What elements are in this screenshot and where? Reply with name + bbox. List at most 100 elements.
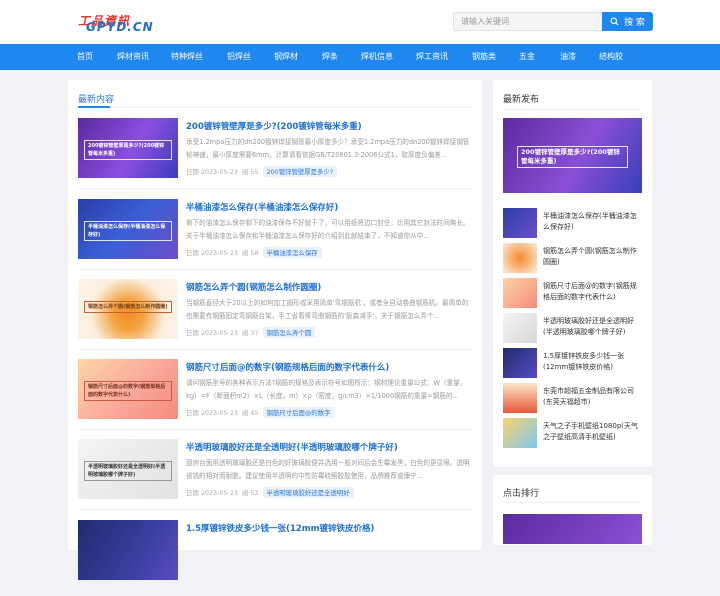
article-views: 阅 55 (241, 168, 259, 176)
search-icon (610, 17, 619, 26)
sidebar-thumbnail[interactable] (503, 313, 537, 343)
article-title[interactable]: 1.5厚镀锌铁皮多少钱一张(12mm镀锌铁皮价格) (186, 522, 472, 534)
article-title[interactable]: 200镀锌管壁厚是多少?(200镀锌管每米多重) (186, 120, 472, 132)
sidebar-list-item[interactable]: 半透明玻璃胶好还是全透明好(半透明玻璃胶哪个牌子好) (503, 313, 642, 343)
search-button-label: 搜 索 (624, 18, 645, 28)
thumbnail-caption: 半桶油漆怎么保存(半桶油漆怎么保存好) (84, 221, 172, 241)
article-excerpt: 厨房台面用透明玻璃胶还是白色的好玻璃胶便并选用一般对间后会生霉发黑，白色的更显眼… (186, 459, 470, 480)
divider (503, 502, 642, 503)
sidebar-thumbnail[interactable] (503, 348, 537, 378)
sidebar-list-item[interactable]: 钢筋怎么弄个圆(钢筋怎么制作圆圈) (503, 243, 642, 273)
article-item[interactable]: 钢筋怎么弄个圆(钢筋怎么制作圆圈) 钢筋怎么弄个圆(钢筋怎么制作圆圈) 当钢筋直… (78, 279, 472, 355)
article-views: 阅 58 (241, 249, 259, 257)
article-item[interactable]: 1.5厚镀锌铁皮多少钱一张(12mm镀锌铁皮价格) (78, 520, 472, 596)
article-title[interactable]: 半透明玻璃胶好还是全透明好(半透明玻璃胶哪个牌子好) (186, 441, 472, 453)
search-button[interactable]: 搜 索 (602, 12, 653, 31)
search-input[interactable]: 请输入关键词 (453, 12, 603, 31)
sidebar-thumbnail[interactable] (503, 278, 537, 308)
article-tag[interactable]: 钢筋怎么弄个圆 (262, 327, 316, 338)
latest-content-panel: 最新内容 200镀锌管壁厚是多少?(200镀锌管每米多重) 200镀锌管壁厚是多… (68, 80, 482, 580)
article-item[interactable]: 200镀锌管壁厚是多少?(200镀锌管每米多重) 200镀锌管壁厚是多少?(20… (78, 118, 472, 194)
article-thumbnail[interactable]: 半桶油漆怎么保存(半桶油漆怎么保存好) (78, 199, 178, 259)
sidebar-list-item[interactable]: 东莞市超福五金制品有限公司(东莞天福超市) (503, 383, 642, 413)
article-thumbnail[interactable]: 钢筋尺寸后面@的数字(钢筋规格后面的数字代表什么) (78, 359, 178, 419)
sidebar-thumbnail[interactable] (503, 418, 537, 448)
article-meta: 日期 2023-05-23 阅 58 半桶油漆怎么保存 (186, 247, 322, 258)
article-excerpt: 剩下的油漆怎么保存剩下的油漆保存不好就干了，可以用纸将边口封住，比用其它封法时间… (186, 219, 470, 240)
article-date: 日期 2023-05-23 (186, 489, 238, 497)
sidebar-item-title[interactable]: 钢筋怎么弄个圆(钢筋怎么制作圆圈) (543, 246, 643, 268)
sidebar-item-title[interactable]: 钢筋尺寸后面@的数字(钢筋规格后面的数字代表什么) (543, 281, 643, 303)
article-tag[interactable]: 半透明玻璃胶好还是全透明好 (262, 487, 354, 498)
divider (78, 429, 472, 430)
article-meta: 日期 2023-05-23 阅 45 钢筋尺寸后面@的数字 (186, 407, 335, 418)
featured-image[interactable]: 200镀锌管壁厚是多少?(200镀锌管每米多重) (503, 118, 642, 193)
nav-item[interactable]: 五金 (519, 44, 535, 70)
nav-item[interactable]: 特种焊丝 (171, 44, 203, 70)
sidebar-thumbnail[interactable] (503, 383, 537, 413)
article-excerpt: 请问钢筋型号的各种表示方法?钢筋的规格及表示符号如图所示：钢材理论重量公式：W（… (186, 379, 467, 400)
nav-item[interactable]: 油漆 (560, 44, 576, 70)
article-tag[interactable]: 钢筋尺寸后面@的数字 (262, 407, 335, 418)
divider (78, 509, 472, 510)
sidebar-list-item[interactable]: 半桶油漆怎么保存(半桶油漆怎么保存好) (503, 208, 642, 238)
sidebar-item-title[interactable]: 半透明玻璃胶好还是全透明好(半透明玻璃胶哪个牌子好) (543, 316, 643, 338)
article-tag[interactable]: 200镀锌管壁厚是多少? (262, 166, 338, 177)
nav-item[interactable]: 钢筋类 (472, 44, 496, 70)
article-title[interactable]: 钢筋尺寸后面@的数字(钢筋规格后面的数字代表什么) (186, 361, 472, 373)
article-meta: 日期 2023-05-23 阅 55 200镀锌管壁厚是多少? (186, 166, 338, 177)
article-title[interactable]: 钢筋怎么弄个圆(钢筋怎么制作圆圈) (186, 281, 472, 293)
divider (78, 107, 472, 108)
article-tag[interactable]: 半桶油漆怎么保存 (262, 247, 322, 258)
article-views: 阅 52 (241, 489, 259, 497)
site-logo[interactable]: 工品資訊 GPYD.CN (78, 12, 154, 34)
article-item[interactable]: 半透明玻璃胶好还是全透明好(半透明玻璃胶哪个牌子好) 半透明玻璃胶好还是全透明好… (78, 439, 472, 515)
nav-item[interactable]: 焊工资讯 (416, 44, 448, 70)
heading-underline (78, 106, 110, 108)
section-heading: 最新内容 (78, 95, 115, 105)
sidebar-thumbnail[interactable] (503, 208, 537, 238)
article-meta: 日期 2023-05-23 阅 52 半透明玻璃胶好还是全透明好 (186, 487, 354, 498)
divider (503, 109, 642, 110)
article-thumbnail[interactable]: 钢筋怎么弄个圆(钢筋怎么制作圆圈) (78, 279, 178, 339)
thumbnail-caption: 钢筋尺寸后面@的数字(钢筋规格后面的数字代表什么) (84, 381, 172, 401)
article-thumbnail[interactable] (78, 520, 178, 580)
article-thumbnail[interactable]: 半透明玻璃胶好还是全透明好(半透明玻璃胶哪个牌子好) (78, 439, 178, 499)
nav-item[interactable]: 铝焊丝 (227, 44, 251, 70)
article-excerpt: 当钢筋直径大于20以上的如何加工圆形或采用简单'弯钢筋机'，或者全自动卷曲钢筋机… (186, 299, 469, 320)
sidebar-item-title[interactable]: 天气之子手机壁纸1080p(天气之子壁纸高清手机壁纸) (543, 421, 643, 443)
main-nav: 首页 焊材资讯 特种焊丝 铝焊丝 钢焊材 焊条 焊机信息 焊工资讯 钢筋类 五金… (0, 44, 720, 70)
section-heading: 点击排行 (503, 489, 540, 499)
thumbnail-caption: 钢筋怎么弄个圆(钢筋怎么制作圆圈) (84, 301, 172, 313)
sidebar-list-item[interactable]: 1.5厚镀锌铁皮多少钱一张(12mm镀锌铁皮价格) (503, 348, 642, 378)
divider (78, 269, 472, 270)
nav-item[interactable]: 焊材资讯 (117, 44, 149, 70)
article-date: 日期 2023-05-23 (186, 168, 238, 176)
thumbnail-caption: 200镀锌管壁厚是多少?(200镀锌管每米多重) (84, 140, 172, 160)
nav-item[interactable]: 结构胶 (599, 44, 623, 70)
thumbnail-caption: 半透明玻璃胶好还是全透明好(半透明玻璃胶哪个牌子好) (84, 461, 172, 481)
logo-text-en: GPYD.CN (86, 20, 154, 34)
latest-posts-panel: 最新发布 200镀锌管壁厚是多少?(200镀锌管每米多重) 半桶油漆怎么保存(半… (493, 80, 652, 467)
featured-caption: 200镀锌管壁厚是多少?(200镀锌管每米多重) (517, 146, 628, 168)
divider (78, 349, 472, 350)
article-excerpt: 承受1.2mpa压力的dn200镀锌焊接钢管最小厚度多少？承受1.2mpa压力的… (186, 138, 470, 159)
article-date: 日期 2023-05-23 (186, 409, 238, 417)
nav-item[interactable]: 焊机信息 (361, 44, 393, 70)
nav-item-home[interactable]: 首页 (77, 44, 93, 70)
nav-item[interactable]: 焊条 (322, 44, 338, 70)
sidebar-list-item[interactable]: 钢筋尺寸后面@的数字(钢筋规格后面的数字代表什么) (503, 278, 642, 308)
article-views: 阅 37 (241, 329, 259, 337)
article-item[interactable]: 钢筋尺寸后面@的数字(钢筋规格后面的数字代表什么) 钢筋尺寸后面@的数字(钢筋规… (78, 359, 472, 435)
nav-item[interactable]: 钢焊材 (274, 44, 298, 70)
sidebar-item-title[interactable]: 半桶油漆怎么保存(半桶油漆怎么保存好) (543, 211, 643, 233)
article-thumbnail[interactable]: 200镀锌管壁厚是多少?(200镀锌管每米多重) (78, 118, 178, 178)
article-meta: 日期 2023-05-23 阅 37 钢筋怎么弄个圆 (186, 327, 316, 338)
sidebar-item-title[interactable]: 1.5厚镀锌铁皮多少钱一张(12mm镀锌铁皮价格) (543, 351, 643, 373)
article-item[interactable]: 半桶油漆怎么保存(半桶油漆怎么保存好) 半桶油漆怎么保存(半桶油漆怎么保存好) … (78, 199, 472, 275)
sidebar-list-item[interactable]: 天气之子手机壁纸1080p(天气之子壁纸高清手机壁纸) (503, 418, 642, 448)
article-title[interactable]: 半桶油漆怎么保存(半桶油漆怎么保存好) (186, 201, 472, 213)
sidebar-item-title[interactable]: 东莞市超福五金制品有限公司(东莞天福超市) (543, 386, 643, 408)
sidebar-thumbnail[interactable] (503, 243, 537, 273)
article-date: 日期 2023-05-23 (186, 249, 238, 257)
